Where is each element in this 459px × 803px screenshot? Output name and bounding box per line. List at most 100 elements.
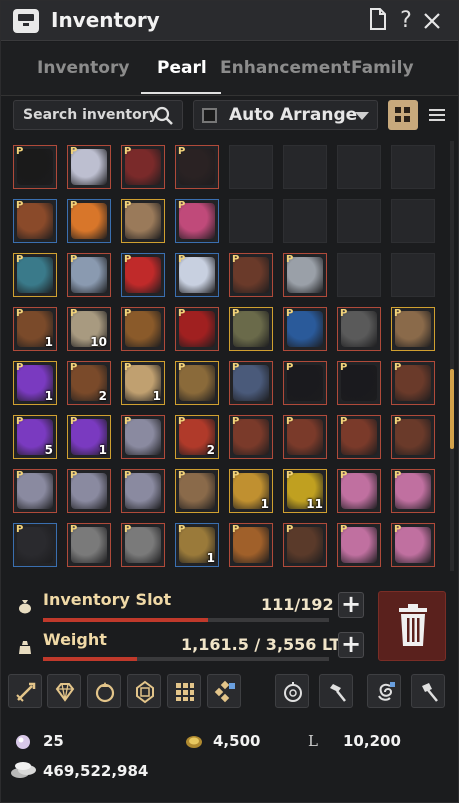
trash-button[interactable] xyxy=(378,591,446,661)
pearl-item-marker: P xyxy=(70,524,78,535)
item-slot-spear-scroll[interactable]: P xyxy=(175,361,219,405)
item-slot-brown-glasses[interactable]: P xyxy=(229,253,273,297)
item-count: 11 xyxy=(306,497,323,511)
item-slot-rabbit-mask[interactable]: P xyxy=(121,199,165,243)
grid-tool-button[interactable] xyxy=(167,674,201,708)
item-slot-leather-book[interactable]: P2 xyxy=(67,361,111,405)
item-slot-festival-box[interactable]: P xyxy=(391,307,435,351)
enhance-tool-button[interactable] xyxy=(8,674,42,708)
auto-arrange-dropdown[interactable]: Auto Arrange xyxy=(193,100,378,130)
item-slot-santa-hat[interactable]: P xyxy=(121,253,165,297)
scroll-thumb[interactable] xyxy=(450,369,454,449)
item-slot-reindeer-antlers[interactable]: P xyxy=(13,199,57,243)
item-slot-key-chain[interactable]: P xyxy=(337,307,381,351)
document-icon[interactable] xyxy=(365,7,391,35)
list-view-button[interactable] xyxy=(423,100,451,130)
empty-slot[interactable] xyxy=(391,199,435,243)
item-slot-black-claw[interactable]: P xyxy=(337,361,381,405)
close-icon[interactable] xyxy=(419,7,445,35)
title-bar[interactable]: Inventory ? xyxy=(1,1,458,41)
item-slot-compass[interactable]: P1 xyxy=(175,523,219,567)
expand-slots-button[interactable]: + xyxy=(338,592,364,618)
item-slot-silver-stars[interactable]: P xyxy=(121,469,165,513)
item-slot-round-sunglasses[interactable]: P xyxy=(121,145,165,189)
item-slot-blue-dragon-pet[interactable]: P xyxy=(283,307,327,351)
empty-slot[interactable] xyxy=(283,145,327,189)
item-slot-purple-chest[interactable]: P1 xyxy=(13,361,57,405)
item-slot-pink-teapot[interactable]: P xyxy=(175,199,219,243)
empty-slot[interactable] xyxy=(337,199,381,243)
item-slot-golden-trophy[interactable]: P1 xyxy=(229,469,273,513)
item-slot-black-scarf[interactable]: P xyxy=(175,145,219,189)
loyalty-count: 10,200 xyxy=(343,732,401,750)
tab-inventory[interactable]: Inventory xyxy=(37,58,129,78)
item-slot-red-coupon[interactable]: P xyxy=(175,307,219,351)
item-slot-leather-book[interactable]: P1 xyxy=(13,307,57,351)
item-slot-glasses-case[interactable]: P xyxy=(67,253,111,297)
auto-arrange-checkbox[interactable] xyxy=(202,108,217,123)
item-count: 1 xyxy=(260,497,269,511)
tab-pearl[interactable]: Pearl xyxy=(157,58,207,78)
scrollbar[interactable] xyxy=(450,141,454,571)
item-slot-cat-ears-headband[interactable]: P xyxy=(13,145,57,189)
item-slot-silver-stars[interactable]: P xyxy=(67,469,111,513)
compass-tool-button[interactable] xyxy=(275,674,309,708)
search-icon xyxy=(154,106,173,125)
item-slot-black-box[interactable]: P xyxy=(13,523,57,567)
tab-enhancement[interactable]: Enhancement xyxy=(220,58,350,78)
expand-weight-button[interactable]: + xyxy=(338,632,364,658)
item-slot-pink-blossom[interactable]: P xyxy=(391,469,435,513)
item-slot-snowman-head[interactable]: P xyxy=(175,253,219,297)
item-slot-treasure-chest-red[interactable]: P xyxy=(337,415,381,459)
search-input[interactable]: Search inventory xyxy=(13,100,183,130)
tab-family[interactable]: Family xyxy=(351,58,414,78)
item-slot-lion-mask[interactable]: P xyxy=(121,307,165,351)
grid-view-button[interactable] xyxy=(388,100,418,130)
item-slot-teal-knight-helm[interactable]: P xyxy=(13,253,57,297)
item-slot-eagle-statue[interactable]: P xyxy=(175,469,219,513)
item-slot-red-statue[interactable]: P2 xyxy=(175,415,219,459)
item-slot-pink-blossom[interactable]: P xyxy=(337,469,381,513)
item-slot-silver-stars[interactable]: P xyxy=(121,415,165,459)
item-slot-pink-blossom[interactable]: P xyxy=(337,523,381,567)
empty-slot[interactable] xyxy=(229,199,273,243)
item-slot-purple-chest[interactable]: P5 xyxy=(13,415,57,459)
item-slot-golden-chest[interactable]: P xyxy=(229,523,273,567)
item-slot-silver-stars[interactable]: P xyxy=(13,469,57,513)
item-slot-pink-blossom[interactable]: P xyxy=(391,523,435,567)
item-slot-pearl-scroll[interactable]: P1 xyxy=(121,361,165,405)
item-slot-treasure-chest-red[interactable]: P xyxy=(283,415,327,459)
item-slot-demon-mask[interactable]: P xyxy=(67,145,111,189)
item-slot-scarecrow-hat[interactable]: P xyxy=(229,307,273,351)
pearl-count: 25 xyxy=(43,732,64,750)
gem-tool-button[interactable] xyxy=(47,674,81,708)
item-slot-treasure-chest-dark[interactable]: P xyxy=(391,415,435,459)
item-slot-silver-glasses[interactable]: P xyxy=(283,253,327,297)
craft-tool-button[interactable] xyxy=(411,674,445,708)
swirl-tool-button[interactable] xyxy=(367,674,401,708)
empty-slot[interactable] xyxy=(391,253,435,297)
empty-slot[interactable] xyxy=(283,199,327,243)
inventory-window: Inventory ? Inventory Pearl Enhancement … xyxy=(0,0,459,803)
item-slot-golden-butterfly[interactable]: P 11 xyxy=(283,469,327,513)
cube-tool-button[interactable] xyxy=(207,674,241,708)
item-slot-stone-eagle[interactable]: P xyxy=(121,523,165,567)
item-slot-treasure-chest-dark[interactable]: P xyxy=(391,361,435,405)
empty-slot[interactable] xyxy=(229,145,273,189)
alchemy-stone-button[interactable] xyxy=(127,674,161,708)
item-slot-dark-bag[interactable]: P xyxy=(283,523,327,567)
empty-slot[interactable] xyxy=(337,145,381,189)
item-slot-black-claw[interactable]: P xyxy=(283,361,327,405)
help-icon[interactable]: ? xyxy=(393,7,419,35)
silver-count: 469,522,984 xyxy=(43,762,149,780)
repair-tool-button[interactable] xyxy=(319,674,353,708)
item-slot-treasure-chest-red[interactable]: P xyxy=(229,415,273,459)
item-slot-star-box[interactable]: P xyxy=(229,361,273,405)
item-slot-pumpkin-head[interactable]: P xyxy=(67,199,111,243)
item-slot-stone-eagle[interactable]: P xyxy=(67,523,111,567)
item-slot-purple-chest[interactable]: P1 xyxy=(67,415,111,459)
crystal-tool-button[interactable] xyxy=(87,674,121,708)
item-slot-paper-scroll[interactable]: P 10 xyxy=(67,307,111,351)
empty-slot[interactable] xyxy=(337,253,381,297)
empty-slot[interactable] xyxy=(391,145,435,189)
